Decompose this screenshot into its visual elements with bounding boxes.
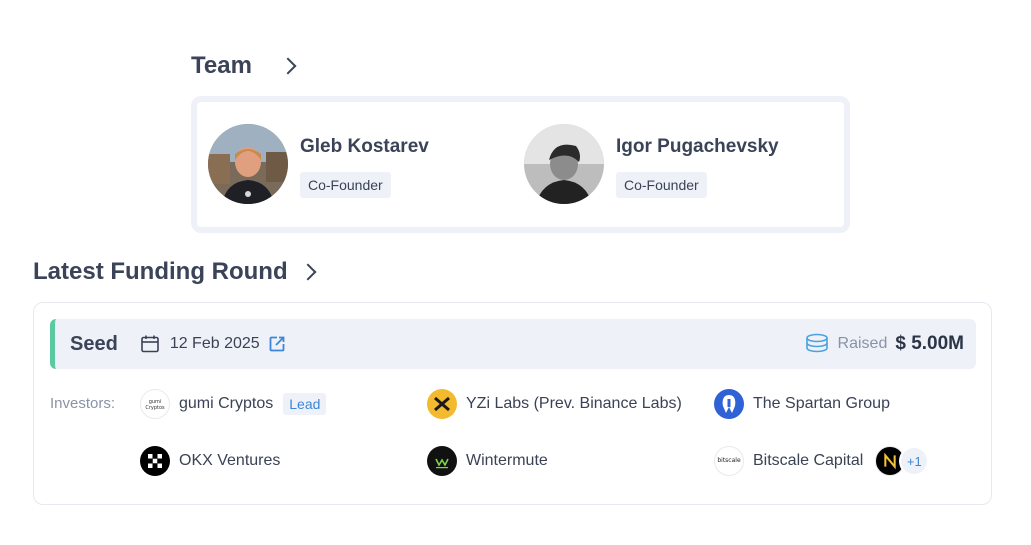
wintermute-logo-icon [427, 446, 457, 476]
investors-label: Investors: [50, 395, 116, 412]
round-bar: Seed 12 Feb 2025 Raised $ 5.00M [50, 319, 976, 369]
role-badge: Co-Founder [616, 172, 707, 198]
member-name: Igor Pugachevsky [616, 136, 779, 157]
raised-value: $ 5.00M [895, 333, 964, 354]
avatar [524, 124, 604, 204]
investor-item[interactable]: The Spartan Group [714, 389, 890, 419]
investor-name: The Spartan Group [753, 395, 890, 412]
round-stage: Seed [70, 332, 118, 355]
raised-label: Raised [837, 335, 888, 352]
round-date: 12 Feb 2025 [169, 335, 260, 352]
chevron-right-icon[interactable] [299, 263, 317, 281]
bitscale-logo-icon: bitscale [714, 446, 744, 476]
team-member[interactable]: Igor Pugachevsky Co-Founder [524, 124, 779, 204]
svg-text:Cryptos: Cryptos [145, 405, 165, 411]
investor-item[interactable]: bitscale Bitscale Capital +1 [714, 446, 930, 476]
team-member[interactable]: Gleb Kostarev Co-Founder [208, 124, 429, 204]
lead-badge: Lead [283, 393, 327, 415]
team-header[interactable]: Team [191, 52, 297, 80]
funding-card: Seed 12 Feb 2025 Raised $ 5.00M Investor… [33, 302, 992, 505]
funding-header[interactable]: Latest Funding Round [33, 258, 317, 286]
member-name: Gleb Kostarev [300, 136, 429, 157]
calendar-icon [140, 334, 160, 354]
team-card: Gleb Kostarev Co-Founder Igor Pugachevsk… [191, 96, 850, 233]
funding-title: Latest Funding Round [33, 258, 288, 285]
investor-name: Bitscale Capital [753, 452, 864, 469]
investor-name: YZi Labs (Prev. Binance Labs) [466, 395, 682, 412]
investor-item[interactable]: OKX Ventures [140, 446, 280, 476]
investor-item[interactable]: gumi Cryptos gumi Cryptos Lead [140, 389, 327, 419]
role-badge: Co-Founder [300, 172, 391, 198]
avatar [208, 124, 288, 204]
more-investors[interactable]: +1 [875, 446, 930, 476]
spartan-logo-icon [714, 389, 744, 419]
okx-logo-icon [140, 446, 170, 476]
external-link-icon[interactable] [268, 335, 286, 353]
gumi-logo-icon: gumi Cryptos [140, 389, 170, 419]
investor-item[interactable]: Wintermute [427, 446, 548, 476]
yzi-logo-icon [427, 389, 457, 419]
investor-item[interactable]: YZi Labs (Prev. Binance Labs) [427, 389, 682, 419]
coins-icon [804, 333, 830, 355]
team-title: Team [191, 52, 252, 79]
raised-summary: Raised $ 5.00M [804, 319, 964, 369]
more-count[interactable]: +1 [899, 446, 930, 476]
investor-name: OKX Ventures [179, 452, 281, 469]
chevron-right-icon[interactable] [279, 57, 297, 75]
investor-name: gumi Cryptos [179, 395, 274, 412]
svg-text:bitscale: bitscale [717, 457, 741, 464]
investor-name: Wintermute [466, 452, 548, 469]
